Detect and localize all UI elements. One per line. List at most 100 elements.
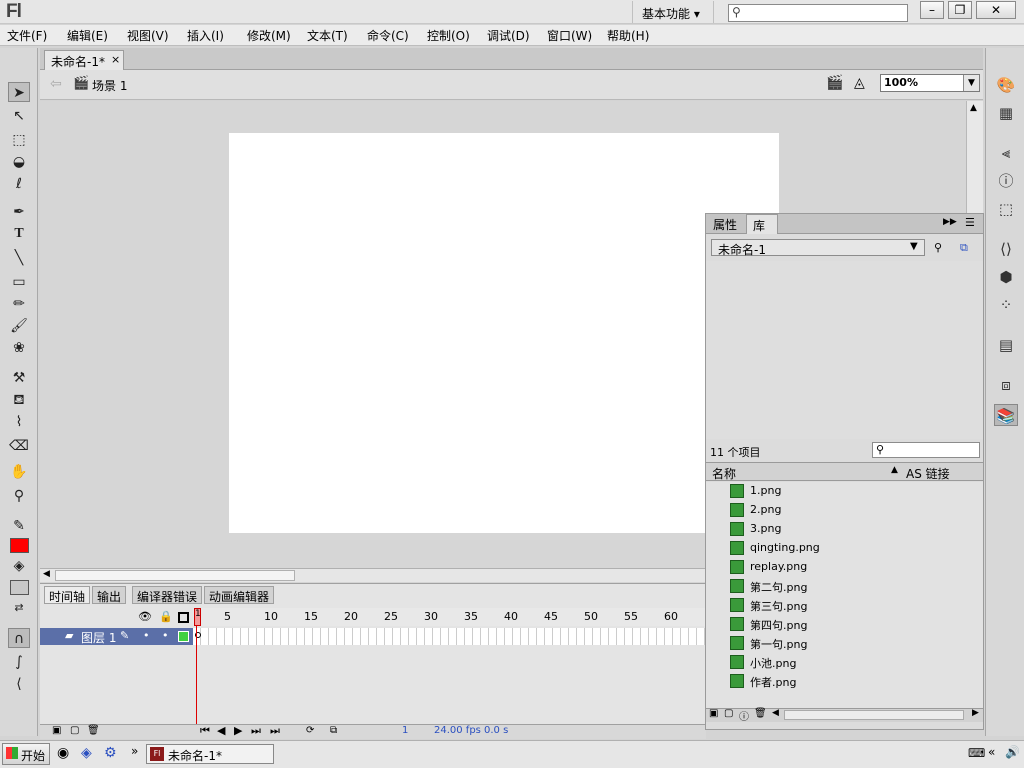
snap-magnet-icon[interactable]: ∩ xyxy=(8,628,30,648)
motion-presets-icon[interactable]: ⁘ xyxy=(994,294,1018,316)
transform-panel-icon[interactable]: ⬚ xyxy=(994,198,1018,220)
pencil-tool-icon[interactable]: ✏ xyxy=(8,294,30,314)
prev-frame-icon[interactable]: ◀ xyxy=(217,724,225,737)
free-transform-tool-icon[interactable]: ⬚ xyxy=(8,130,30,150)
back-arrow-icon[interactable]: ⇦ xyxy=(50,76,62,92)
chrome-icon[interactable]: ◉ xyxy=(57,745,69,761)
new-symbol-icon[interactable]: ▣ xyxy=(709,708,718,719)
stage-vertical-scrollbar[interactable]: ▲ xyxy=(966,101,983,213)
menu-commands[interactable]: 命令(C) xyxy=(367,27,409,44)
zoom-tool-icon[interactable]: ⚲ xyxy=(8,486,30,506)
stage-horizontal-scrollbar[interactable]: ◀ xyxy=(40,568,706,582)
tab-output[interactable]: 输出 xyxy=(92,586,127,604)
library-search-input[interactable]: ⚲ xyxy=(872,442,980,458)
dropdown-arrow-icon[interactable]: ▼ xyxy=(910,241,918,252)
swap-colors-icon[interactable]: ⇄ xyxy=(8,598,30,618)
info-panel-icon[interactable]: ⓘ xyxy=(994,170,1018,192)
bone-tool-icon[interactable]: ⚒ xyxy=(8,368,30,388)
frame-ruler[interactable]: 1 5 10 15 20 25 30 35 40 45 50 55 60 xyxy=(193,608,706,626)
smooth-icon[interactable]: ∫ xyxy=(8,652,30,672)
frame-rate[interactable]: 24.00 fps xyxy=(434,725,481,736)
3d-rotation-tool-icon[interactable]: ◒ xyxy=(8,152,30,172)
tab-library[interactable]: 库 xyxy=(746,214,779,234)
library-item[interactable]: 小池.png xyxy=(706,653,985,672)
library-item[interactable]: 3.png xyxy=(706,520,985,539)
menu-control[interactable]: 控制(O) xyxy=(427,27,470,44)
rectangle-tool-icon[interactable]: ▭ xyxy=(8,272,30,292)
menu-help[interactable]: 帮助(H) xyxy=(607,27,649,44)
menu-text[interactable]: 文本(T) xyxy=(307,27,348,44)
first-frame-icon[interactable]: ⏮ xyxy=(200,724,210,738)
library-item[interactable]: 第一句.png xyxy=(706,634,985,653)
minimize-button[interactable]: – xyxy=(920,1,944,19)
tab-motion-editor[interactable]: 动画编辑器 xyxy=(204,586,275,604)
scroll-right-icon[interactable]: ▶ xyxy=(972,708,979,718)
library-item[interactable]: qingting.png xyxy=(706,539,985,558)
stroke-color-icon[interactable]: ✎ xyxy=(8,516,30,536)
column-name[interactable]: 名称 xyxy=(712,465,736,482)
start-button[interactable]: 开始 xyxy=(2,743,50,765)
menu-window[interactable]: 窗口(W) xyxy=(547,27,592,44)
expand-panel-icon[interactable]: ▶▶ xyxy=(943,217,957,227)
layer-name[interactable]: 图层 1 xyxy=(81,629,116,646)
restore-button[interactable]: ❐ xyxy=(948,1,972,19)
library-item[interactable]: 1.png xyxy=(706,482,985,501)
paint-bucket-tool-icon[interactable]: ⛾ xyxy=(8,390,30,410)
scroll-up-icon[interactable]: ▲ xyxy=(970,103,977,113)
layer-row[interactable]: ▰ 图层 1 ✎ • • xyxy=(40,628,193,645)
app-icon[interactable]: ⚙ xyxy=(104,745,117,761)
visibility-dot[interactable]: • xyxy=(143,629,150,642)
column-as-link[interactable]: AS 链接 xyxy=(906,465,950,482)
library-item[interactable]: 作者.png xyxy=(706,672,985,691)
show-hide-eye-icon[interactable]: 👁 xyxy=(138,610,152,623)
color-panel-icon[interactable]: 🎨 xyxy=(994,74,1018,96)
pin-library-icon[interactable]: ⚲ xyxy=(934,241,942,254)
layer-color-box[interactable] xyxy=(178,631,189,642)
tab-compiler-errors[interactable]: 编译器错误 xyxy=(132,586,203,604)
lock-dot[interactable]: • xyxy=(162,629,169,642)
zoom-dropdown-arrow-icon[interactable]: ▼ xyxy=(963,75,979,91)
more-icon[interactable]: » xyxy=(131,744,138,758)
current-frame[interactable]: 1 xyxy=(402,725,408,736)
library-panel-icon[interactable]: 📚 xyxy=(994,404,1018,426)
edit-scene-icon[interactable]: 🎬 xyxy=(826,75,843,91)
taskbar-window-button[interactable]: Fl 未命名-1* xyxy=(146,744,274,764)
library-item[interactable]: 2.png xyxy=(706,501,985,520)
library-item[interactable]: 第二句.png xyxy=(706,577,985,596)
workspace-switcher[interactable]: 基本功能 ▾ xyxy=(632,1,714,23)
selection-tool-icon[interactable]: ➤ xyxy=(8,82,30,102)
hand-tool-icon[interactable]: ✋ xyxy=(8,462,30,482)
actions-panel-icon[interactable]: ⟨⟩ xyxy=(994,238,1018,260)
next-frame-icon[interactable]: ⏭ xyxy=(251,724,261,738)
tray-expand-icon[interactable]: « xyxy=(988,745,995,759)
properties-icon[interactable]: ⓘ xyxy=(739,708,749,723)
play-icon[interactable]: ▶ xyxy=(234,724,242,737)
align-panel-icon[interactable]: ⫷ xyxy=(994,142,1018,164)
browser-icon[interactable]: ◈ xyxy=(81,745,92,761)
scroll-left-icon[interactable]: ◀ xyxy=(772,708,779,718)
menu-modify[interactable]: 修改(M) xyxy=(247,27,291,44)
menu-debug[interactable]: 调试(D) xyxy=(487,27,530,44)
panel-menu-icon[interactable]: ☰ xyxy=(965,216,975,229)
deco-tool-icon[interactable]: ❀ xyxy=(8,338,30,358)
brush-tool-icon[interactable]: 🖌 xyxy=(8,316,30,336)
lock-icon[interactable]: 🔒 xyxy=(159,610,173,623)
tab-timeline[interactable]: 时间轴 xyxy=(44,586,91,604)
stroke-color-swatch[interactable] xyxy=(10,538,29,553)
new-folder-icon[interactable]: ▢ xyxy=(70,725,79,736)
movie-explorer-icon[interactable]: ⧈ xyxy=(994,374,1018,396)
text-tool-icon[interactable]: T xyxy=(8,224,30,244)
fill-color-swatch[interactable] xyxy=(10,580,29,595)
new-folder-icon[interactable]: ▢ xyxy=(724,708,733,719)
last-frame-icon[interactable]: ⏭ xyxy=(270,724,280,738)
scroll-left-icon[interactable]: ◀ xyxy=(43,569,50,579)
new-layer-icon[interactable]: ▣ xyxy=(52,725,61,736)
fill-color-icon[interactable]: ◈ xyxy=(8,556,30,576)
pen-tool-icon[interactable]: ✒ xyxy=(8,202,30,222)
menu-insert[interactable]: 插入(I) xyxy=(187,27,224,44)
close-tab-icon[interactable]: × xyxy=(111,53,120,66)
stage-canvas[interactable] xyxy=(229,133,779,533)
scroll-thumb[interactable] xyxy=(55,570,295,581)
help-search-input[interactable]: ⚲ xyxy=(728,4,908,22)
zoom-select[interactable]: 100% ▼ xyxy=(880,74,980,92)
